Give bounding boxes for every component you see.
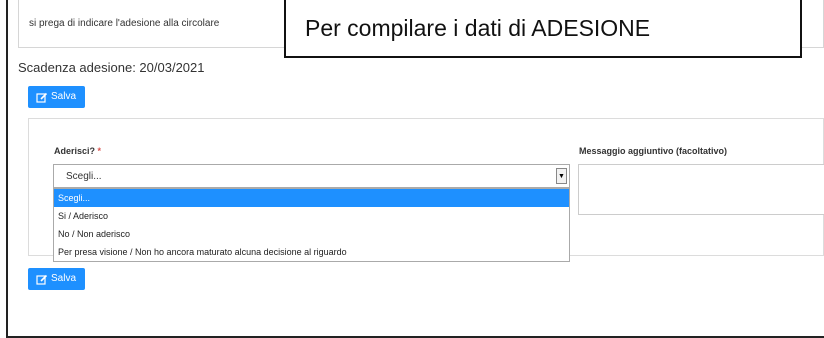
chevron-down-icon[interactable]: ▼	[556, 168, 567, 184]
save-button-bottom[interactable]: Salva	[28, 268, 85, 290]
save-button-label: Salva	[51, 273, 77, 284]
dropdown-option[interactable]: Per presa visione / Non ho ancora matura…	[54, 243, 569, 261]
adhere-dropdown-list: Scegli... Si / Aderisco No / Non aderisc…	[53, 188, 570, 262]
adhere-select-value: Scegli...	[66, 171, 102, 182]
adhere-label: Aderisci? *	[54, 146, 101, 156]
adhere-select[interactable]: Scegli... ▼	[53, 164, 570, 188]
callout-box: Per compilare i dati di ADESIONE	[284, 0, 802, 58]
save-button-top[interactable]: Salva	[28, 86, 85, 108]
message-label: Messaggio aggiuntivo (facoltativo)	[579, 146, 728, 156]
edit-icon	[36, 273, 48, 285]
deadline-text: Scadenza adesione: 20/03/2021	[18, 60, 205, 75]
callout-text: Per compilare i dati di ADESIONE	[305, 15, 651, 41]
dropdown-option[interactable]: Si / Aderisco	[54, 207, 569, 225]
message-textarea[interactable]	[578, 164, 824, 215]
notice-text: si prega di indicare l'adesione alla cir…	[29, 18, 220, 29]
dropdown-option[interactable]: No / Non aderisco	[54, 225, 569, 243]
edit-icon	[36, 91, 48, 103]
required-mark: *	[97, 146, 102, 156]
adhere-label-text: Aderisci?	[54, 146, 96, 156]
dropdown-option[interactable]: Scegli...	[54, 189, 569, 207]
save-button-label: Salva	[51, 91, 77, 102]
